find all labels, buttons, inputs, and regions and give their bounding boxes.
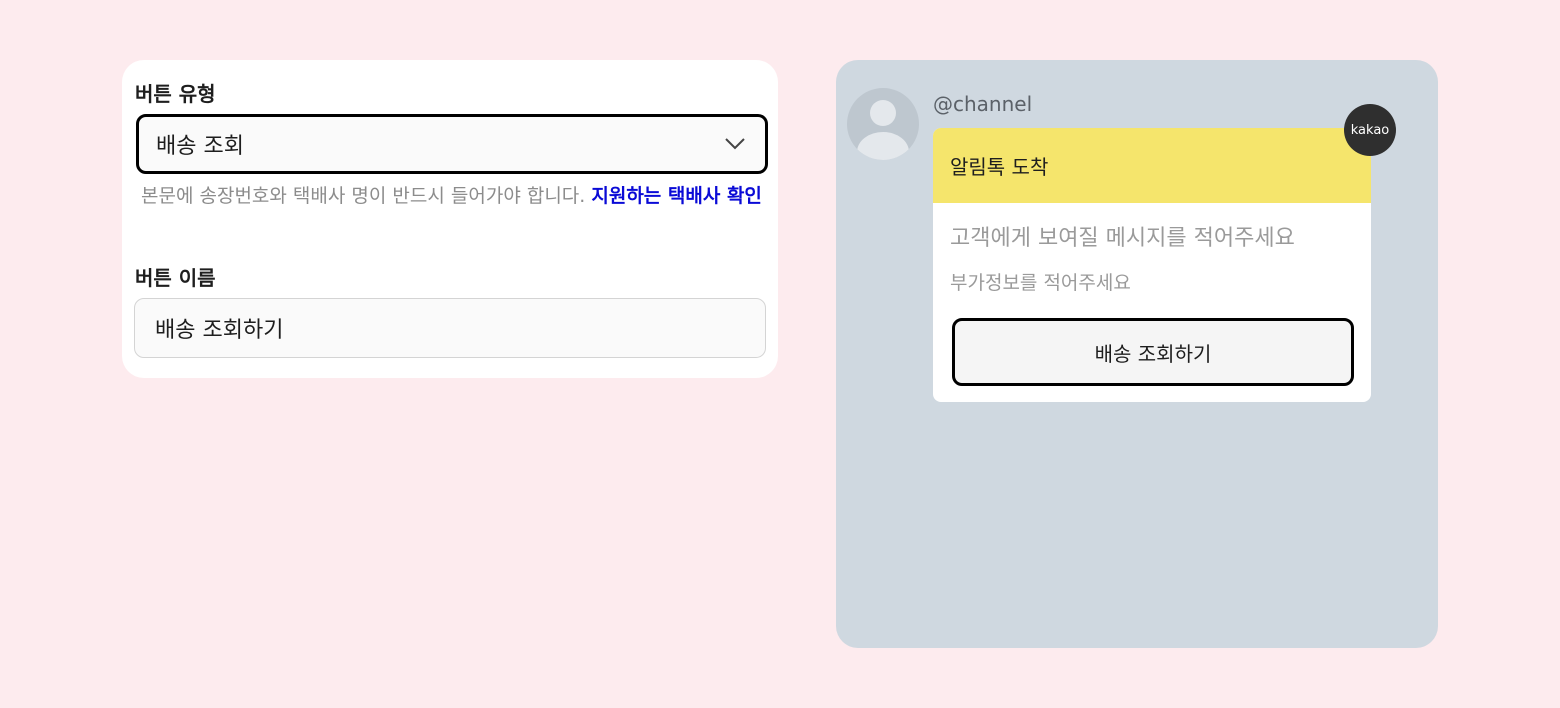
channel-name: @channel bbox=[933, 92, 1033, 116]
message-bubble: 알림톡 도착 고객에게 보여질 메시지를 적어주세요 부가정보를 적어주세요 배… bbox=[933, 128, 1371, 402]
helper-text: 본문에 송장번호와 택배사 명이 반드시 들어가야 합니다. bbox=[141, 185, 592, 207]
button-name-label: 버튼 이름 bbox=[135, 266, 216, 290]
preview-delivery-button[interactable]: 배송 조회하기 bbox=[952, 318, 1354, 386]
button-settings-card: 버튼 유형 배송 조회 본문에 송장번호와 택배사 명이 반드시 들어가야 합니… bbox=[122, 60, 778, 378]
kakao-badge: kakao bbox=[1344, 104, 1396, 156]
button-type-label: 버튼 유형 bbox=[135, 82, 216, 106]
message-placeholder: 고객에게 보여질 메시지를 적어주세요 bbox=[950, 226, 1295, 251]
button-type-selected-value: 배송 조회 bbox=[156, 134, 244, 159]
extra-info-placeholder: 부가정보를 적어주세요 bbox=[950, 272, 1131, 294]
bubble-header: 알림톡 도착 bbox=[933, 128, 1371, 203]
button-name-input[interactable] bbox=[134, 298, 766, 358]
chevron-down-icon bbox=[723, 132, 747, 156]
button-type-helper: 본문에 송장번호와 택배사 명이 반드시 들어가야 합니다. 지원하는 택배사 … bbox=[141, 182, 771, 211]
button-type-select[interactable]: 배송 조회 bbox=[136, 114, 768, 174]
alimtalk-preview: @channel 알림톡 도착 고객에게 보여질 메시지를 적어주세요 부가정보… bbox=[836, 60, 1438, 648]
supported-couriers-link[interactable]: 지원하는 택배사 확인 bbox=[591, 185, 762, 207]
default-profile-icon bbox=[847, 88, 919, 160]
